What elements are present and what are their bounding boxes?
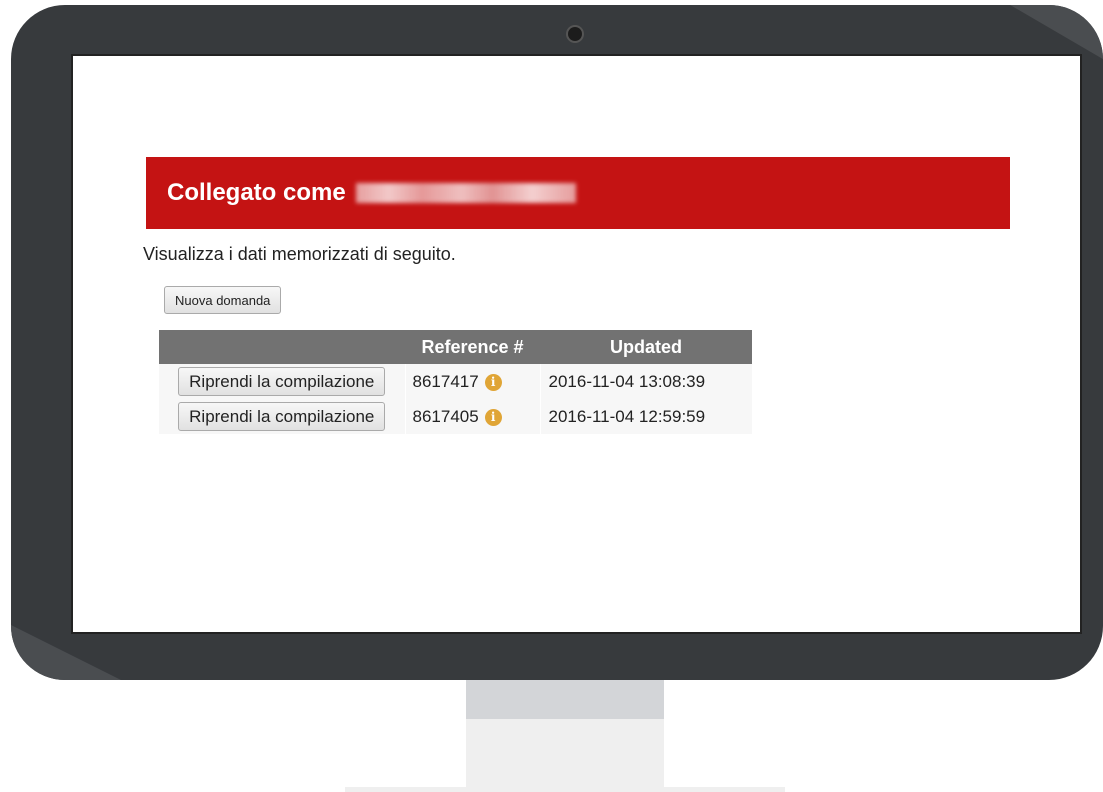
table-cell-action: Riprendi la compilazione	[159, 364, 406, 399]
resume-button[interactable]: Riprendi la compilazione	[178, 367, 386, 396]
reference-number: 8617405	[412, 406, 479, 426]
logged-in-banner: Collegato come	[146, 157, 1010, 229]
monitor-stand-neck	[466, 679, 664, 719]
monitor-stand-neck-lower	[466, 719, 664, 787]
info-icon[interactable]: i	[484, 373, 502, 391]
table-header-row: Reference # Updated	[159, 330, 752, 364]
monitor-screen: Collegato come Visualizza i dati memoriz…	[71, 54, 1082, 634]
table-cell-action: Riprendi la compilazione	[159, 399, 406, 434]
new-application-button[interactable]: Nuova domanda	[164, 286, 282, 314]
resume-button[interactable]: Riprendi la compilazione	[178, 402, 386, 431]
saved-data-table-container: Reference # Updated Riprendi la compilaz…	[159, 330, 753, 434]
redacted-user-name	[355, 183, 576, 203]
reference-number: 8617417	[412, 371, 479, 391]
monitor-bezel: Collegato come Visualizza i dati memoriz…	[11, 5, 1103, 680]
table-row: Riprendi la compilazione 8617405 i 2016-1…	[159, 399, 753, 434]
info-icon[interactable]: i	[484, 408, 502, 426]
column-header-reference: Reference #	[405, 330, 540, 364]
column-header-action	[159, 330, 405, 364]
column-header-updated: Updated	[540, 330, 752, 364]
monitor-stand-base	[345, 787, 785, 792]
saved-data-table: Reference # Updated Riprendi la compilaz…	[159, 330, 753, 434]
table-cell-reference: 8617417 i	[405, 364, 541, 399]
table-row: Riprendi la compilazione 8617417 i 2016-1…	[159, 364, 753, 399]
table-cell-reference: 8617405 i	[405, 399, 541, 434]
webcam-icon	[568, 27, 582, 41]
table-cell-updated: 2016-11-04 12:59:59	[540, 399, 753, 434]
table-cell-updated: 2016-11-04 13:08:39	[540, 364, 753, 399]
intro-text: Visualizza i dati memorizzati di seguito…	[143, 244, 456, 264]
banner-title: Collegato come	[167, 179, 346, 206]
